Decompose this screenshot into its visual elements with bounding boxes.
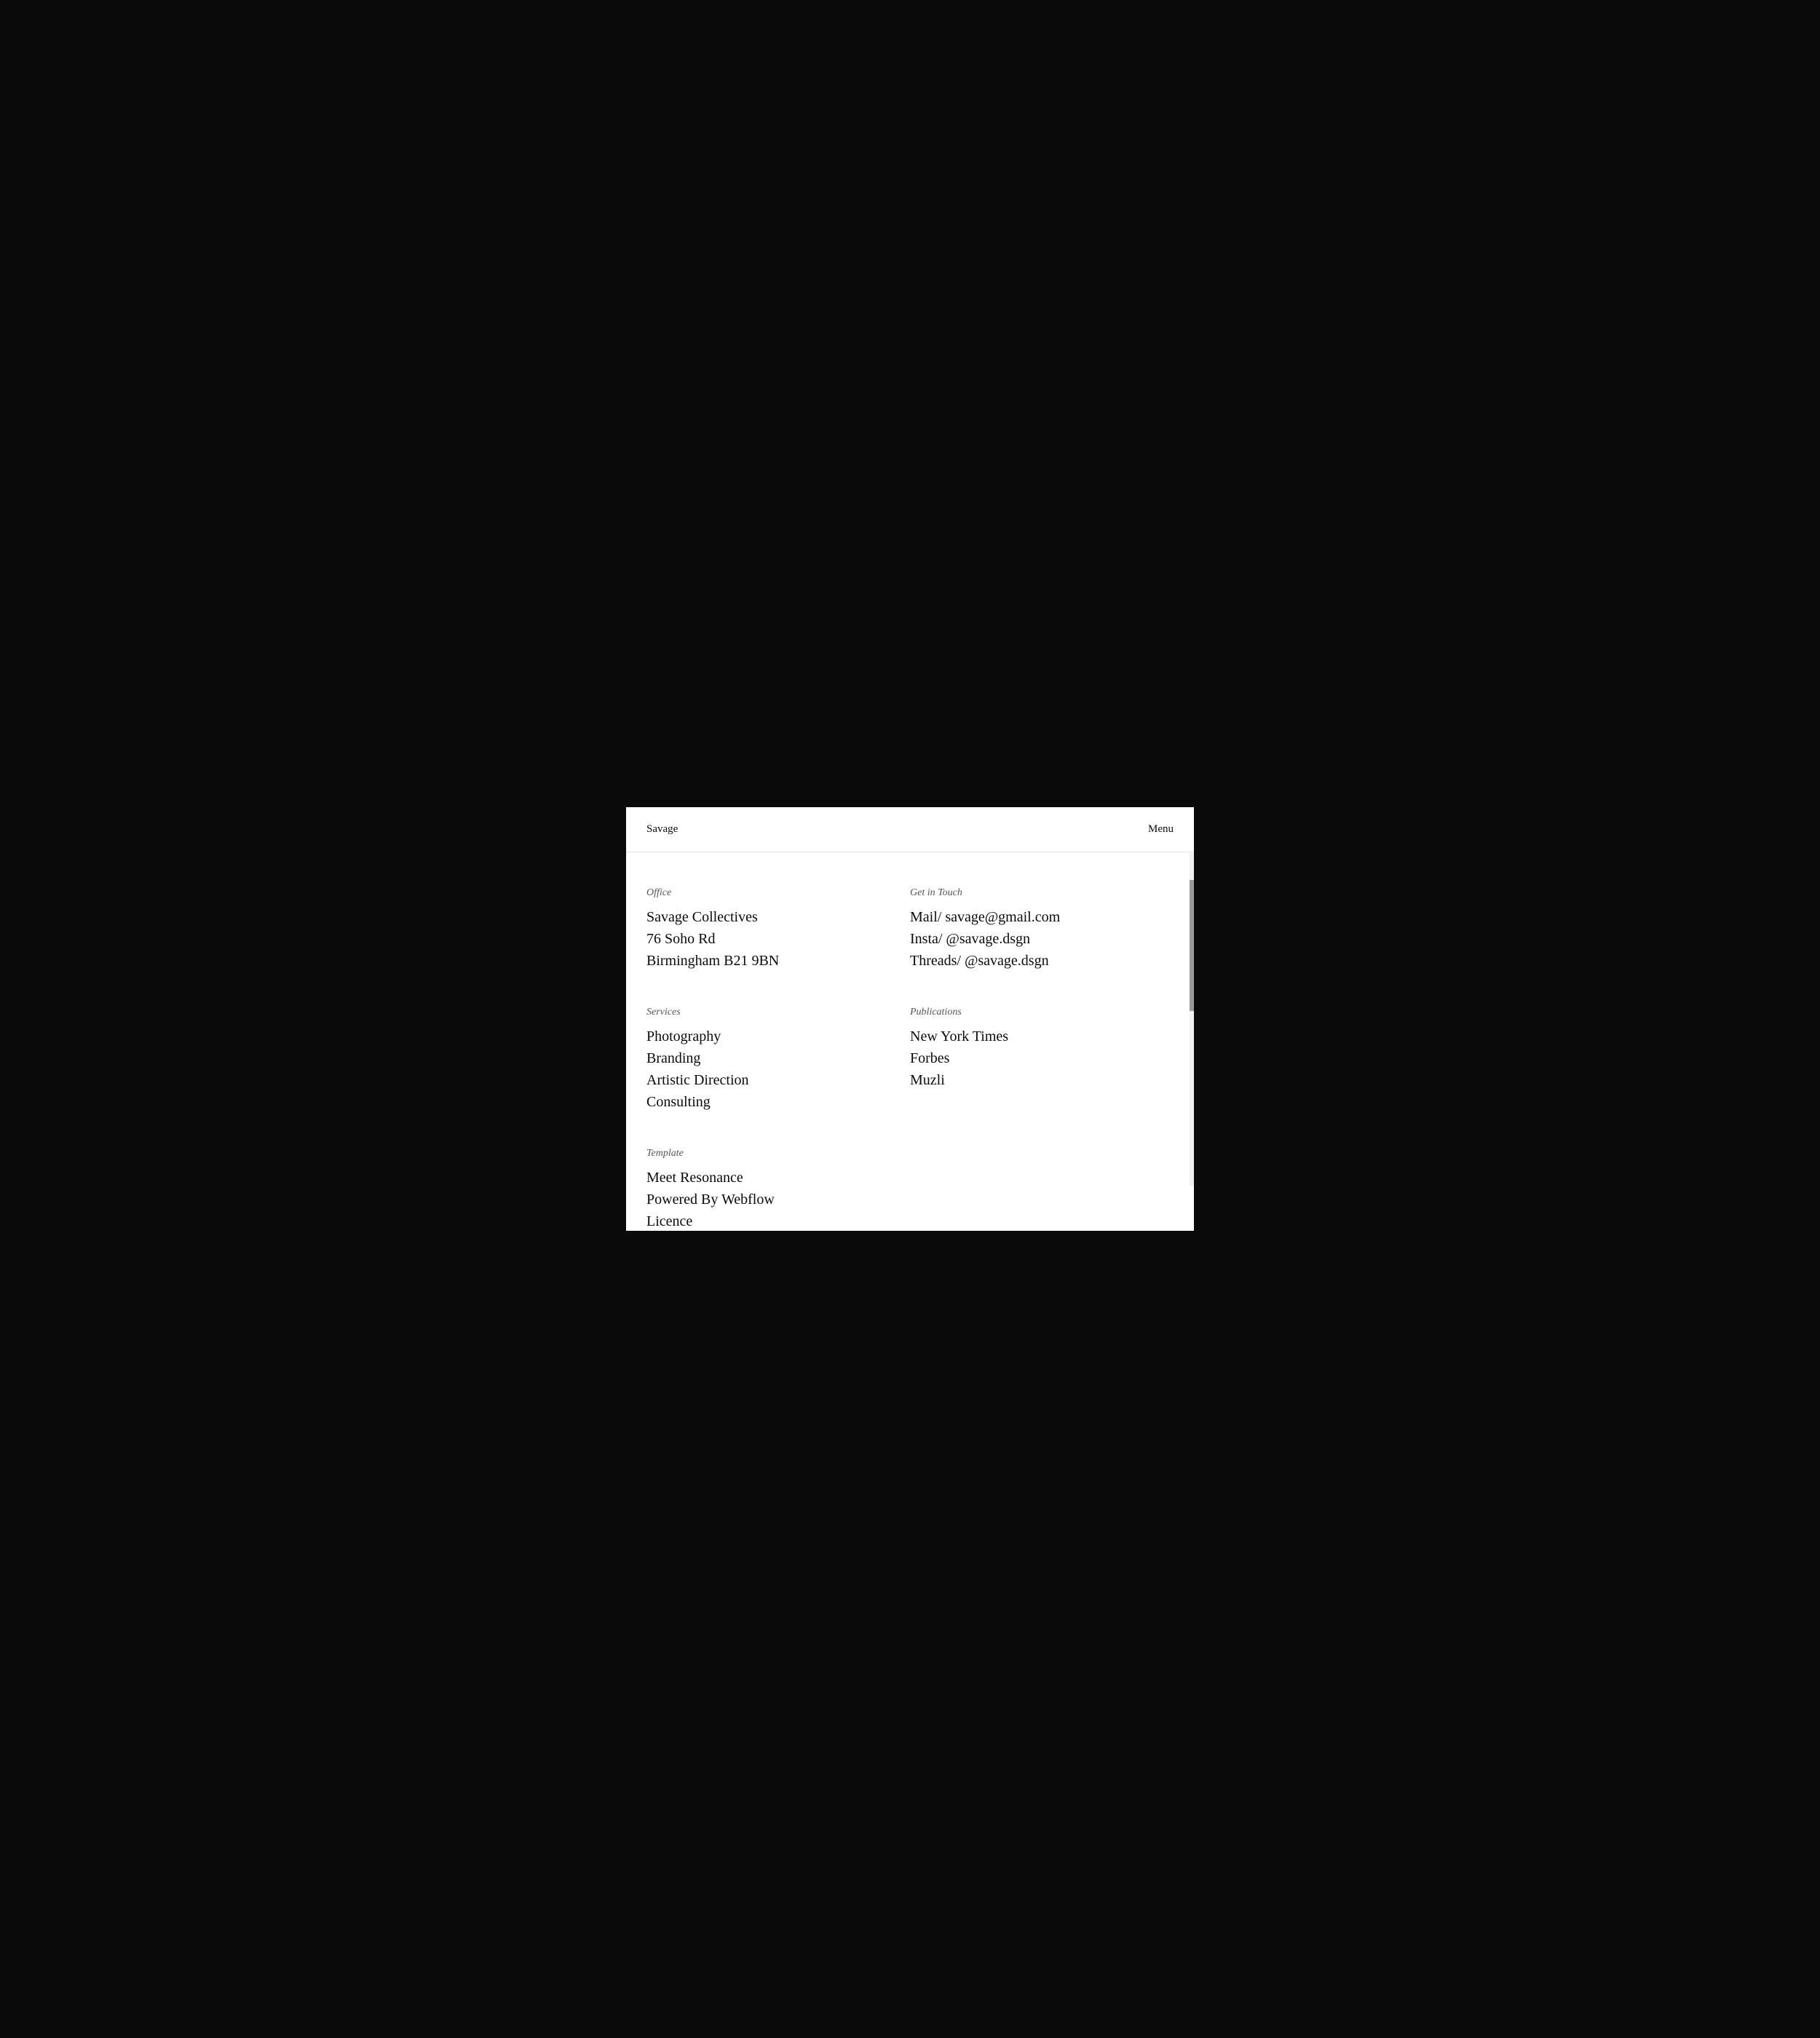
empty-cell	[910, 1135, 1174, 1231]
office-label: Office	[646, 887, 910, 899]
brand-name[interactable]: Savage	[646, 823, 678, 836]
pub-forbes[interactable]: Forbes	[910, 1047, 1174, 1069]
pub-nyt[interactable]: New York Times	[910, 1026, 1174, 1047]
service-artistic-direction[interactable]: Artistic Direction	[646, 1069, 910, 1091]
scrollbar-thumb[interactable]	[1190, 880, 1194, 1011]
template-meet-resonance[interactable]: Meet Resonance	[646, 1167, 910, 1189]
template-webflow[interactable]: Powered By Webflow	[646, 1189, 910, 1210]
template-section: Template Meet Resonance Powered By Webfl…	[646, 1135, 910, 1231]
template-licence[interactable]: Licence	[646, 1210, 910, 1231]
menu-panel: Savage Menu Office Savage Collectives 76…	[626, 807, 1194, 1231]
content-area: Office Savage Collectives 76 Soho Rd Bir…	[626, 852, 1194, 1231]
contact-mail[interactable]: Mail/ savage@gmail.com	[910, 906, 1174, 928]
template-label: Template	[646, 1148, 910, 1159]
contact-insta[interactable]: Insta/ @savage.dsgn	[910, 928, 1174, 950]
header: Savage Menu	[626, 807, 1194, 852]
menu-button[interactable]: Menu	[1148, 823, 1174, 836]
pub-muzli[interactable]: Muzli	[910, 1069, 1174, 1091]
publications-label: Publications	[910, 1007, 1174, 1018]
get-in-touch-section: Get in Touch Mail/ savage@gmail.com Inst…	[910, 874, 1174, 994]
service-branding[interactable]: Branding	[646, 1047, 910, 1069]
publications-section: Publications New York Times Forbes Muzli	[910, 994, 1174, 1135]
scrollbar-track[interactable]	[1190, 851, 1194, 1186]
service-consulting[interactable]: Consulting	[646, 1091, 910, 1113]
service-photography[interactable]: Photography	[646, 1026, 910, 1047]
get-in-touch-label: Get in Touch	[910, 887, 1174, 899]
office-item-0[interactable]: Savage Collectives	[646, 906, 910, 928]
services-label: Services	[646, 1007, 910, 1018]
services-section: Services Photography Branding Artistic D…	[646, 994, 910, 1135]
office-item-2[interactable]: Birmingham B21 9BN	[646, 950, 910, 972]
contact-threads[interactable]: Threads/ @savage.dsgn	[910, 950, 1174, 972]
office-section: Office Savage Collectives 76 Soho Rd Bir…	[646, 874, 910, 994]
office-item-1[interactable]: 76 Soho Rd	[646, 928, 910, 950]
